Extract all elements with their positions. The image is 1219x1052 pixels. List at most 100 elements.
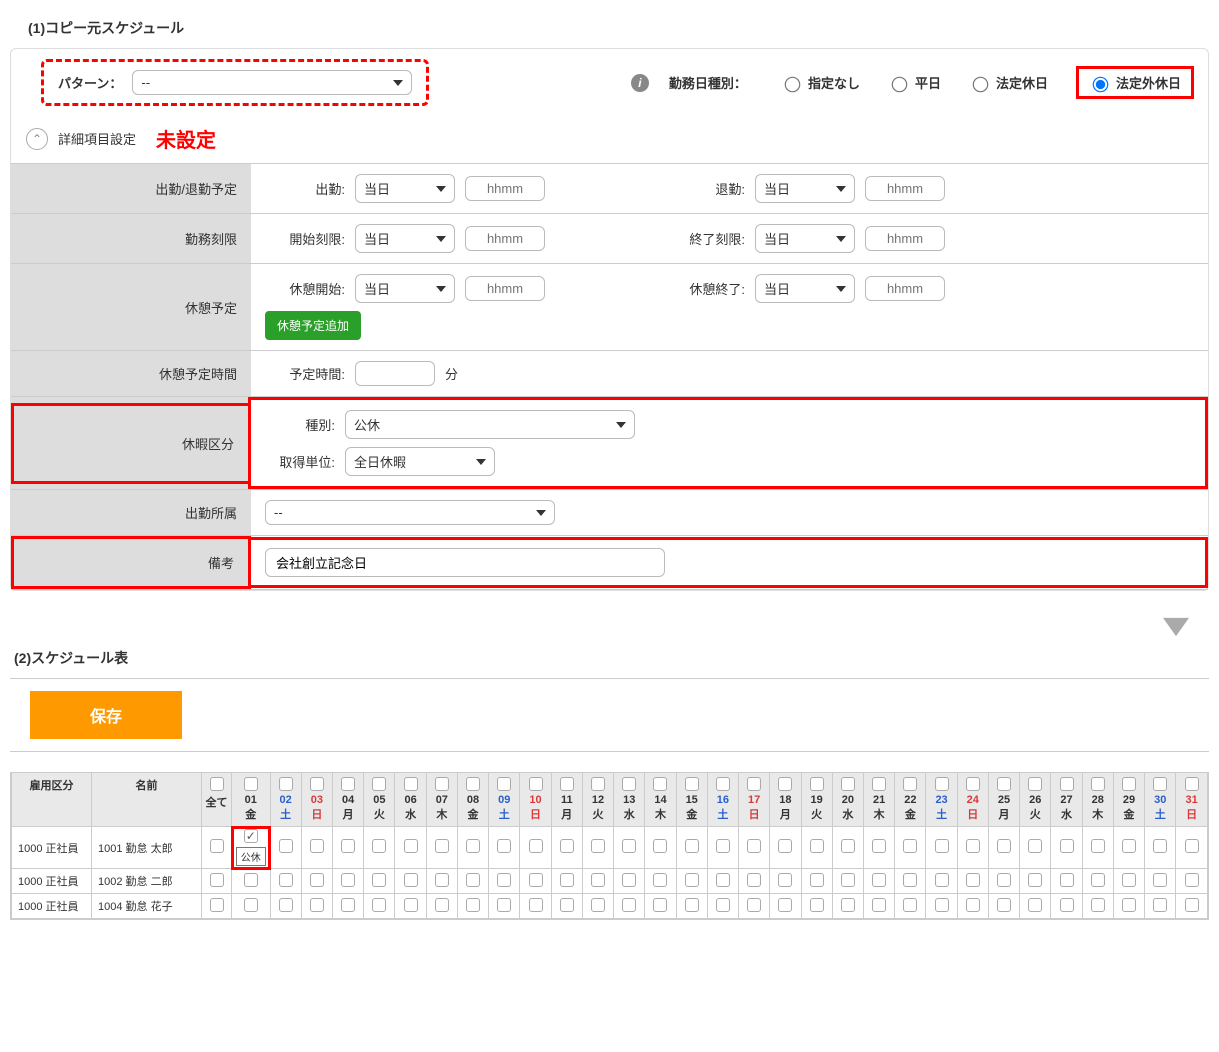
break-start-day-select[interactable]: 当日 — [355, 274, 455, 303]
schedule-cell[interactable] — [1082, 894, 1113, 919]
schedule-cell[interactable] — [551, 827, 582, 869]
schedule-cell[interactable] — [770, 894, 801, 919]
schedule-cell[interactable] — [1082, 869, 1113, 894]
schedule-cell[interactable] — [364, 869, 395, 894]
schedule-cell[interactable] — [364, 894, 395, 919]
attend-out-day-select[interactable]: 当日 — [755, 174, 855, 203]
day-check[interactable] — [747, 777, 761, 791]
save-button[interactable]: 保存 — [30, 691, 182, 739]
schedule-cell[interactable] — [270, 894, 301, 919]
break-start-time[interactable] — [465, 276, 545, 301]
day-check[interactable] — [1028, 777, 1042, 791]
schedule-cell[interactable] — [707, 869, 738, 894]
day-check[interactable] — [685, 777, 699, 791]
day-check[interactable] — [244, 777, 258, 791]
schedule-cell[interactable] — [707, 827, 738, 869]
schedule-cell[interactable] — [645, 894, 676, 919]
day-check[interactable] — [966, 777, 980, 791]
vacation-unit-select[interactable]: 全日休暇 — [345, 447, 495, 476]
schedule-cell[interactable] — [801, 894, 832, 919]
schedule-cell[interactable] — [457, 894, 488, 919]
schedule-cell[interactable] — [707, 894, 738, 919]
day-check[interactable] — [466, 777, 480, 791]
schedule-cell[interactable] — [551, 894, 582, 919]
schedule-cell[interactable] — [926, 894, 957, 919]
scroll-down-icon[interactable] — [10, 611, 1209, 640]
break-end-day-select[interactable]: 当日 — [755, 274, 855, 303]
schedule-cell[interactable] — [551, 869, 582, 894]
schedule-cell[interactable] — [426, 869, 457, 894]
schedule-cell[interactable] — [926, 869, 957, 894]
schedule-cell[interactable] — [770, 827, 801, 869]
day-check[interactable] — [1060, 777, 1074, 791]
day-check[interactable] — [935, 777, 949, 791]
schedule-cell[interactable] — [832, 869, 863, 894]
schedule-cell[interactable] — [645, 827, 676, 869]
schedule-cell[interactable] — [457, 827, 488, 869]
schedule-cell[interactable] — [895, 827, 926, 869]
day-check[interactable] — [529, 777, 543, 791]
schedule-cell[interactable] — [957, 869, 988, 894]
schedule-cell[interactable] — [832, 827, 863, 869]
schedule-cell[interactable] — [614, 827, 645, 869]
day-check[interactable] — [1091, 777, 1105, 791]
day-check[interactable] — [372, 777, 386, 791]
limit-start-time[interactable] — [465, 226, 545, 251]
day-check[interactable] — [341, 777, 355, 791]
day-check[interactable] — [435, 777, 449, 791]
schedule-cell[interactable] — [520, 827, 551, 869]
schedule-cell[interactable] — [988, 894, 1019, 919]
day-check[interactable] — [1122, 777, 1136, 791]
schedule-cell[interactable] — [489, 894, 520, 919]
schedule-cell[interactable] — [582, 869, 613, 894]
day-check[interactable] — [1185, 777, 1199, 791]
schedule-cell[interactable] — [301, 894, 332, 919]
schedule-cell[interactable] — [895, 894, 926, 919]
schedule-cell[interactable] — [1020, 894, 1051, 919]
schedule-cell[interactable] — [1145, 894, 1176, 919]
schedule-cell[interactable] — [1082, 827, 1113, 869]
radio-none[interactable]: 指定なし — [781, 73, 860, 92]
cell-all-check[interactable] — [202, 869, 232, 894]
schedule-cell[interactable] — [676, 827, 707, 869]
schedule-cell[interactable] — [232, 869, 271, 894]
schedule-cell[interactable] — [333, 827, 364, 869]
day-check[interactable] — [591, 777, 605, 791]
schedule-cell[interactable] — [832, 894, 863, 919]
schedule-cell[interactable] — [957, 827, 988, 869]
schedule-cell[interactable] — [863, 894, 894, 919]
schedule-cell[interactable] — [801, 869, 832, 894]
schedule-cell[interactable] — [614, 894, 645, 919]
day-check[interactable] — [404, 777, 418, 791]
day-check[interactable] — [653, 777, 667, 791]
schedule-cell[interactable] — [1176, 869, 1208, 894]
attend-out-time[interactable] — [865, 176, 945, 201]
collapse-toggle[interactable]: ⌃ — [26, 128, 48, 150]
schedule-cell[interactable] — [1113, 894, 1144, 919]
day-check[interactable] — [1153, 777, 1167, 791]
schedule-cell[interactable] — [1051, 827, 1082, 869]
day-check[interactable] — [841, 777, 855, 791]
pattern-select[interactable]: -- — [132, 70, 412, 95]
schedule-cell[interactable] — [988, 869, 1019, 894]
schedule-cell[interactable] — [395, 894, 426, 919]
schedule-cell[interactable] — [770, 869, 801, 894]
schedule-cell[interactable] — [1176, 894, 1208, 919]
day-check[interactable] — [903, 777, 917, 791]
schedule-cell[interactable] — [1145, 869, 1176, 894]
day-check[interactable] — [310, 777, 324, 791]
schedule-cell[interactable] — [1113, 869, 1144, 894]
schedule-cell[interactable] — [739, 894, 770, 919]
schedule-cell[interactable] — [582, 894, 613, 919]
vacation-type-select[interactable]: 公休 — [345, 410, 635, 439]
schedule-cell[interactable] — [333, 869, 364, 894]
schedule-cell[interactable] — [520, 894, 551, 919]
schedule-cell[interactable] — [333, 894, 364, 919]
radio-weekday[interactable]: 平日 — [888, 73, 941, 92]
attend-in-day-select[interactable]: 当日 — [355, 174, 455, 203]
schedule-cell[interactable] — [1113, 827, 1144, 869]
schedule-cell[interactable] — [863, 869, 894, 894]
schedule-cell[interactable] — [1176, 827, 1208, 869]
schedule-cell[interactable] — [801, 827, 832, 869]
schedule-cell[interactable] — [645, 869, 676, 894]
